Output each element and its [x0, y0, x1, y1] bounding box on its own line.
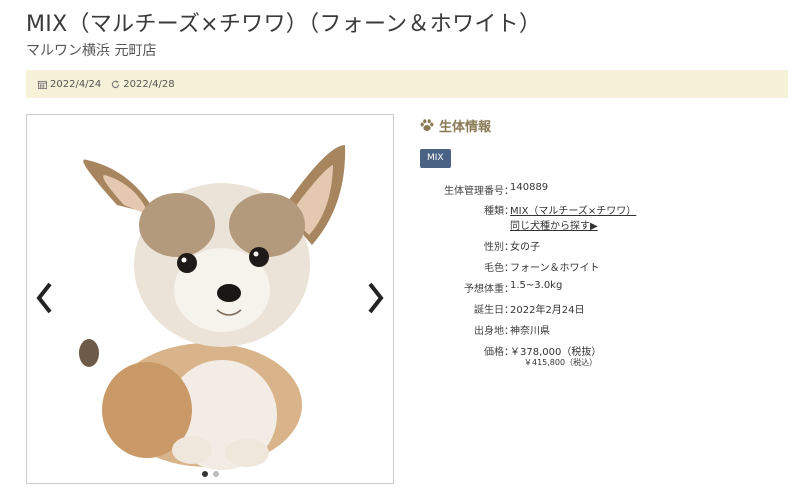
info-label: 種類 — [484, 206, 504, 217]
slide-dot-2[interactable] — [212, 471, 219, 477]
info-value: 女の子 — [510, 242, 540, 253]
info-value: 140889 — [510, 182, 549, 193]
next-slide-arrow-icon[interactable] — [367, 281, 385, 315]
pet-info-heading-text: 生体情報 — [439, 120, 492, 135]
updated-date: 2022/4/28 — [111, 78, 175, 90]
info-label: 誕生日 — [474, 305, 504, 316]
posted-date-text: 2022/4/24 — [50, 78, 102, 90]
info-label: 予想体重 — [464, 284, 504, 295]
puppy-photo — [27, 115, 393, 483]
slide-indicator — [27, 471, 393, 477]
paw-icon — [420, 119, 434, 131]
previous-slide-arrow-icon[interactable] — [35, 281, 53, 315]
store-name: マルワン横浜 元町店 — [26, 43, 157, 59]
info-row-breed-search: 同じ犬種から探す▶ — [404, 217, 636, 238]
slide-dot-1[interactable] — [201, 471, 208, 477]
posted-date: 2022/4/24 — [38, 79, 101, 90]
pet-info-heading: 生体情報 — [420, 116, 491, 135]
info-value: 2022年2月24日 — [510, 305, 585, 316]
info-row-color: 毛色： フォーン＆ホワイト — [404, 259, 636, 280]
info-value: 神奈川県 — [510, 326, 550, 337]
info-value: 1.5~3.0kg — [510, 280, 563, 291]
same-breed-search-link[interactable]: 同じ犬種から探す▶ — [510, 221, 598, 232]
info-row-origin: 出身地： 神奈川県 — [404, 322, 636, 343]
info-row-price: 価格： ￥378,000（税抜） — [404, 343, 636, 358]
refresh-icon — [112, 79, 120, 88]
info-label: 価格 — [484, 347, 504, 358]
date-bar: 2022/4/24 2022/4/28 — [26, 70, 788, 98]
info-row-breed: 種類： MIX（マルチーズ×チワワ） — [404, 202, 636, 217]
price-tax-included: ￥415,800（税込） — [524, 358, 598, 367]
category-badge: MIX — [420, 149, 451, 168]
info-row-sex: 性別： 女の子 — [404, 238, 636, 259]
info-label: 出身地 — [474, 326, 504, 337]
updated-date-text: 2022/4/28 — [123, 78, 175, 90]
info-label: 毛色 — [484, 263, 504, 274]
info-label: 生体管理番号 — [444, 186, 504, 197]
info-row-birthday: 誕生日： 2022年2月24日 — [404, 301, 636, 322]
breed-link[interactable]: MIX（マルチーズ×チワワ） — [510, 206, 636, 217]
price-value: ￥378,000（税抜） — [510, 347, 602, 358]
info-label: 性別 — [484, 242, 504, 253]
calendar-icon — [38, 80, 47, 89]
info-value: フォーン＆ホワイト — [510, 263, 600, 274]
info-row-id: 生体管理番号： 140889 — [404, 182, 636, 202]
photo-gallery[interactable] — [26, 114, 394, 484]
info-row-price-tax: ￥415,800（税込） — [404, 357, 636, 368]
info-row-weight: 予想体重： 1.5~3.0kg — [404, 280, 636, 301]
pet-info-list: 生体管理番号： 140889 種類： MIX（マルチーズ×チワワ） 同じ犬種から… — [404, 182, 636, 368]
page-title: MIX（マルチーズ×チワワ）（フォーン＆ホワイト） — [26, 12, 542, 37]
